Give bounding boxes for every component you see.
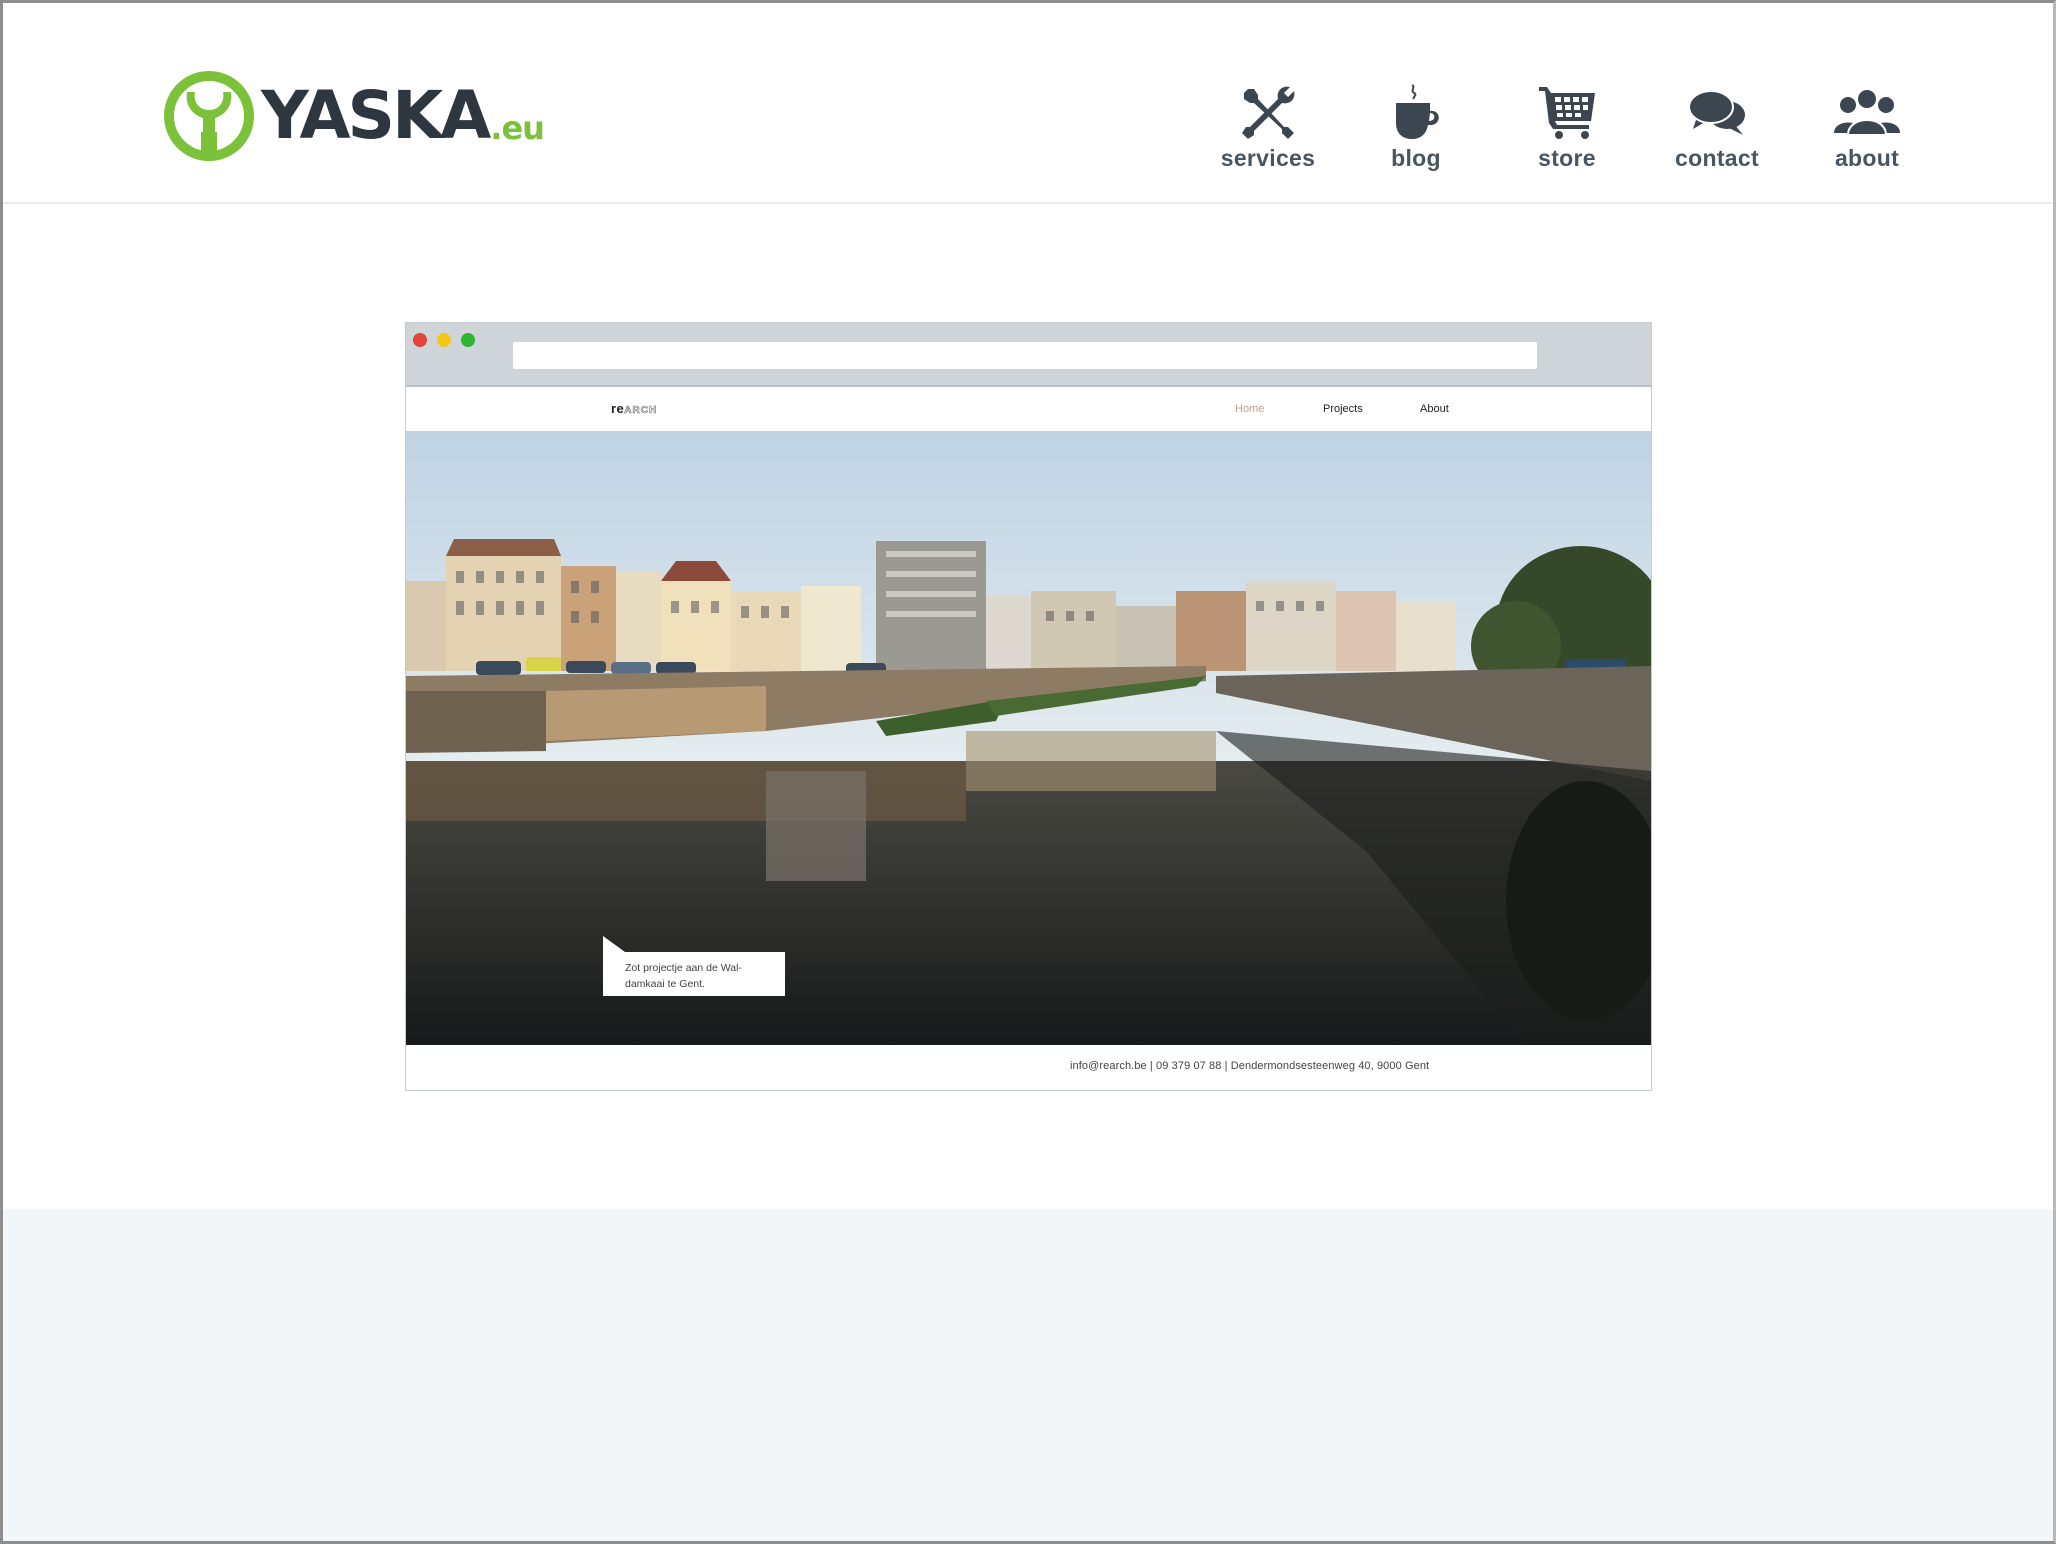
canal-photo bbox=[406, 431, 1651, 1045]
nav-label-about: about bbox=[1834, 145, 1900, 171]
nav-item-services[interactable]: services bbox=[1203, 83, 1333, 172]
mockup-nav-about: About bbox=[1420, 403, 1449, 415]
mockup-nav-home: Home bbox=[1235, 403, 1265, 415]
window-minimize-dot bbox=[437, 333, 451, 347]
nav-item-about[interactable]: about bbox=[1802, 83, 1932, 172]
mockup-site-footer: info@rearch.be | 09 379 07 88 | Dendermo… bbox=[406, 1045, 1651, 1089]
address-bar bbox=[513, 342, 1537, 369]
mockup-site-nav: reARCH Home Projects About bbox=[406, 387, 1651, 431]
nav-label-blog: blog bbox=[1391, 145, 1441, 171]
site-header: YASKA .eu services blog store contact ab… bbox=[3, 3, 2053, 204]
logo-wordmark: YASKA bbox=[261, 76, 491, 154]
coffee-cup-icon bbox=[1396, 84, 1439, 139]
rearch-logo-prefix: re bbox=[611, 401, 625, 416]
site-logo[interactable]: YASKA .eu bbox=[163, 68, 545, 163]
hero-image: Zot projectje aan de Wal-damkaai te Gent… bbox=[406, 431, 1651, 1045]
nav-item-store[interactable]: store bbox=[1502, 83, 1632, 172]
nav-item-blog[interactable]: blog bbox=[1351, 83, 1481, 172]
rearch-logo-suffix: ARCH bbox=[624, 405, 658, 417]
rearch-logo: reARCH bbox=[611, 401, 657, 416]
window-close-dot bbox=[413, 333, 427, 347]
caption-flap bbox=[603, 936, 625, 952]
window-zoom-dot bbox=[461, 333, 475, 347]
browser-mockup: reARCH Home Projects About Zot projectje… bbox=[405, 322, 1652, 1091]
main-nav: services blog store contact about bbox=[1203, 83, 1923, 183]
page-content: YASKA .eu services blog store contact ab… bbox=[3, 3, 2053, 1209]
nav-label-services: services bbox=[1220, 145, 1316, 171]
browser-chrome bbox=[406, 323, 1651, 387]
tools-icon bbox=[1242, 86, 1295, 139]
people-icon bbox=[1834, 88, 1900, 136]
nav-label-contact: contact bbox=[1675, 145, 1759, 171]
mockup-nav-projects: Projects bbox=[1323, 403, 1363, 415]
speech-bubbles-icon bbox=[1688, 90, 1745, 135]
logo-tld: .eu bbox=[490, 108, 545, 147]
yaska-wrench-logo-icon bbox=[164, 70, 254, 161]
shopping-cart-icon bbox=[1539, 87, 1595, 139]
footer-contact-info: info@rearch.be | 09 379 07 88 | Dendermo… bbox=[1070, 1060, 1430, 1072]
nav-label-store: store bbox=[1538, 145, 1596, 171]
hero-caption: Zot projectje aan de Wal-damkaai te Gent… bbox=[603, 952, 785, 996]
nav-item-contact[interactable]: contact bbox=[1652, 83, 1782, 172]
